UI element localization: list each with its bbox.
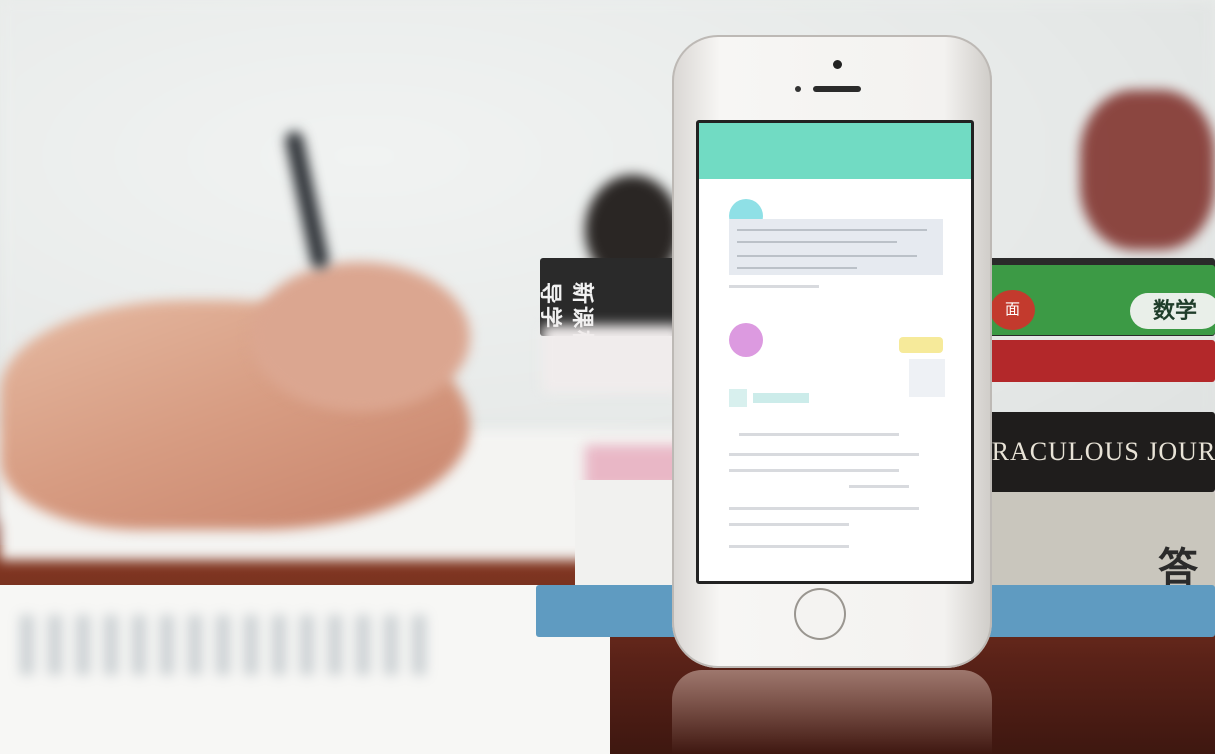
speaker-grille xyxy=(813,86,861,92)
camera-icon xyxy=(833,60,842,69)
phone-screen xyxy=(696,120,974,584)
app-header xyxy=(699,123,971,179)
book-white-stack xyxy=(575,480,685,590)
home-button-icon xyxy=(794,588,846,640)
document-icon xyxy=(729,389,747,407)
hand-fingers xyxy=(250,262,470,412)
book-white xyxy=(542,325,682,393)
message-card xyxy=(909,359,945,397)
photo-scene: 新课标导学 面 数学 IRACULOUS JOUR 答 xyxy=(0,0,1215,754)
book-title: IRACULOUS JOUR xyxy=(982,437,1215,466)
phone-reflection xyxy=(672,670,992,754)
book-red xyxy=(980,340,1215,382)
paper-writing xyxy=(20,615,440,675)
background-red-object xyxy=(1080,90,1215,250)
sensor-icon xyxy=(795,86,801,92)
book-logo: 面 xyxy=(990,290,1035,330)
book-subject-badge: 数学 xyxy=(1130,293,1215,329)
status-badge xyxy=(899,337,943,353)
message-bubble xyxy=(729,219,943,275)
avatar xyxy=(729,323,763,357)
link-text xyxy=(753,393,809,403)
